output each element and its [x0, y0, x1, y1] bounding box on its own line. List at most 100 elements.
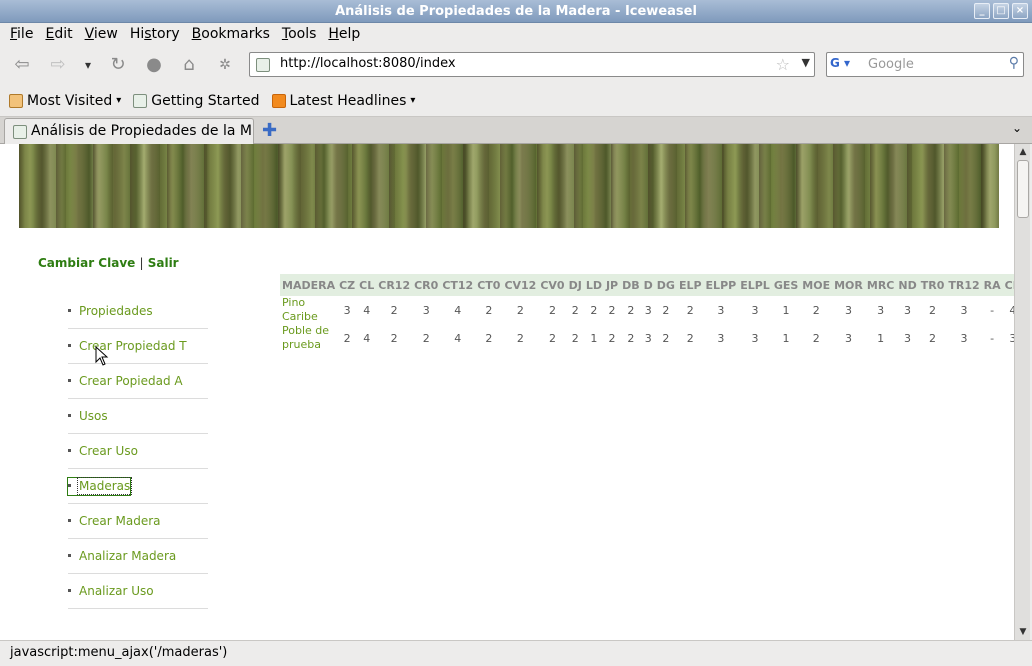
column-header: MOE — [800, 274, 833, 296]
table-cell: 2 — [548, 303, 556, 317]
url-dropdown-icon[interactable]: ▼ — [802, 56, 810, 69]
table-cell: 1 — [782, 331, 790, 345]
link-separator: | — [139, 256, 144, 270]
table-cell: 1 — [590, 331, 598, 345]
close-icon[interactable]: × — [1012, 3, 1028, 19]
google-engine-icon[interactable]: G ▾ — [830, 56, 862, 73]
maximize-icon[interactable]: □ — [993, 3, 1009, 19]
nav-item-maderas[interactable]: Maderas — [67, 469, 208, 504]
bullet-icon — [68, 309, 71, 312]
history-dropdown-icon[interactable]: ▾ — [76, 54, 100, 76]
tab-active[interactable]: Análisis de Propiedades de la M... — [4, 118, 254, 144]
table-cell: 3 — [644, 303, 652, 317]
menu-history[interactable]: History — [124, 26, 186, 42]
bullet-icon — [68, 554, 71, 557]
scroll-up-icon[interactable]: ▲ — [1016, 145, 1030, 159]
table-cell: 2 — [516, 331, 524, 345]
nav-item-label[interactable]: Maderas — [76, 477, 133, 495]
bullet-icon — [68, 519, 71, 522]
column-header: MRC — [864, 274, 897, 296]
table-cell: 1 — [877, 331, 885, 345]
reload-icon[interactable]: ↻ — [106, 54, 130, 76]
side-menu: Propiedades Crear Propiedad T Crear Popied… — [67, 294, 208, 609]
nav-item-crear-madera[interactable]: Crear Madera — [68, 504, 208, 539]
home-icon[interactable]: ⌂ — [177, 54, 201, 76]
bookmark-latest-headlines[interactable]: Latest Headlines ▾ — [271, 92, 415, 109]
table-cell: 2 — [608, 331, 616, 345]
menu-view[interactable]: View — [79, 26, 124, 42]
column-header: DB — [620, 274, 642, 296]
search-icon[interactable]: ⚲ — [1009, 55, 1019, 71]
logout-link[interactable]: Salir — [148, 256, 179, 270]
table-cell: 2 — [390, 303, 398, 317]
table-cell: 3 — [1009, 331, 1014, 345]
nav-item-analizar-uso[interactable]: Analizar Uso — [68, 574, 208, 609]
column-header: CT12 — [440, 274, 476, 296]
nav-item-propiedades[interactable]: Propiedades — [68, 294, 208, 329]
nav-item-label[interactable]: Analizar Uso — [79, 584, 154, 598]
tab-strip: Análisis de Propiedades de la M... ✚ ⌄ — [0, 117, 1032, 144]
nav-item-label[interactable]: Propiedades — [79, 304, 153, 318]
menu-file[interactable]: File — [4, 26, 39, 42]
nav-item-crear-uso[interactable]: Crear Uso — [68, 434, 208, 469]
bookmark-getting-started[interactable]: Getting Started — [133, 93, 260, 109]
menu-edit[interactable]: Edit — [39, 26, 78, 42]
stop-icon[interactable]: ● — [142, 54, 166, 76]
column-header: TR12 — [946, 274, 982, 296]
vertical-scrollbar[interactable]: ▲ ▼ — [1014, 144, 1030, 640]
nav-item-analizar-madera[interactable]: Analizar Madera — [68, 539, 208, 574]
nav-item-usos[interactable]: Usos — [68, 399, 208, 434]
table-cell: 3 — [844, 303, 852, 317]
menu-bookmarks[interactable]: Bookmarks — [186, 26, 276, 42]
menu-tools[interactable]: Tools — [276, 26, 323, 42]
forward-icon[interactable]: ⇨ — [46, 54, 70, 76]
url-bar[interactable]: http://localhost:8080/index ☆ ▼ — [249, 52, 815, 77]
table-cell: - — [990, 331, 995, 345]
madera-name-link[interactable]: Pino Caribe — [280, 296, 337, 324]
table-cell: 2 — [548, 331, 556, 345]
scrollbar-thumb[interactable] — [1017, 160, 1029, 218]
search-input[interactable]: Google — [868, 57, 914, 72]
bookmark-most-visited[interactable]: Most Visited ▾ — [9, 93, 121, 109]
madera-name-link[interactable]: Poble de prueba — [280, 324, 337, 352]
addon-icon[interactable]: ✲ — [213, 54, 237, 76]
nav-item-crear-propiedad-t[interactable]: Crear Propiedad T — [68, 329, 208, 364]
table-cell: 2 — [485, 303, 493, 317]
bullet-icon — [68, 449, 71, 452]
tab-label: Análisis de Propiedades de la M... — [31, 123, 254, 139]
nav-item-label[interactable]: Crear Madera — [79, 514, 161, 528]
table-cell: 4 — [363, 303, 371, 317]
new-tab-icon[interactable]: ✚ — [262, 120, 277, 141]
column-header: ELP — [676, 274, 704, 296]
table-cell: 3 — [717, 331, 725, 345]
column-header: CV12 — [502, 274, 539, 296]
nav-item-label[interactable]: Crear Uso — [79, 444, 138, 458]
bookmark-label: Latest Headlines — [289, 92, 407, 109]
table-cell: 4 — [454, 331, 462, 345]
table-cell: 3 — [751, 303, 759, 317]
column-header: MOR — [832, 274, 865, 296]
table-cell: 2 — [516, 303, 524, 317]
page-icon — [133, 93, 148, 108]
search-bar[interactable]: G ▾ Google ⚲ — [826, 52, 1024, 77]
table-cell: 2 — [686, 331, 694, 345]
nav-item-label[interactable]: Usos — [79, 409, 108, 423]
minimize-icon[interactable]: _ — [974, 3, 990, 19]
column-header: LD — [583, 274, 604, 296]
table-cell: 3 — [844, 331, 852, 345]
tab-list-icon[interactable]: ⌄ — [1012, 121, 1022, 135]
nav-item-label[interactable]: Crear Popiedad A — [79, 374, 183, 388]
column-header: ELPP — [703, 274, 739, 296]
change-password-link[interactable]: Cambiar Clave — [38, 256, 135, 270]
scroll-down-icon[interactable]: ▼ — [1016, 625, 1030, 639]
back-icon[interactable]: ⇦ — [10, 54, 34, 76]
table-cell: 2 — [485, 331, 493, 345]
table-cell: 2 — [422, 331, 430, 345]
bookmark-star-icon[interactable]: ☆ — [776, 55, 790, 74]
menu-help[interactable]: Help — [322, 26, 366, 42]
url-text[interactable]: http://localhost:8080/index — [280, 56, 456, 71]
nav-item-crear-popiedad-a[interactable]: Crear Popiedad A — [68, 364, 208, 399]
nav-item-label[interactable]: Analizar Madera — [79, 549, 176, 563]
rss-icon — [271, 93, 286, 108]
bullet-icon — [68, 589, 71, 592]
